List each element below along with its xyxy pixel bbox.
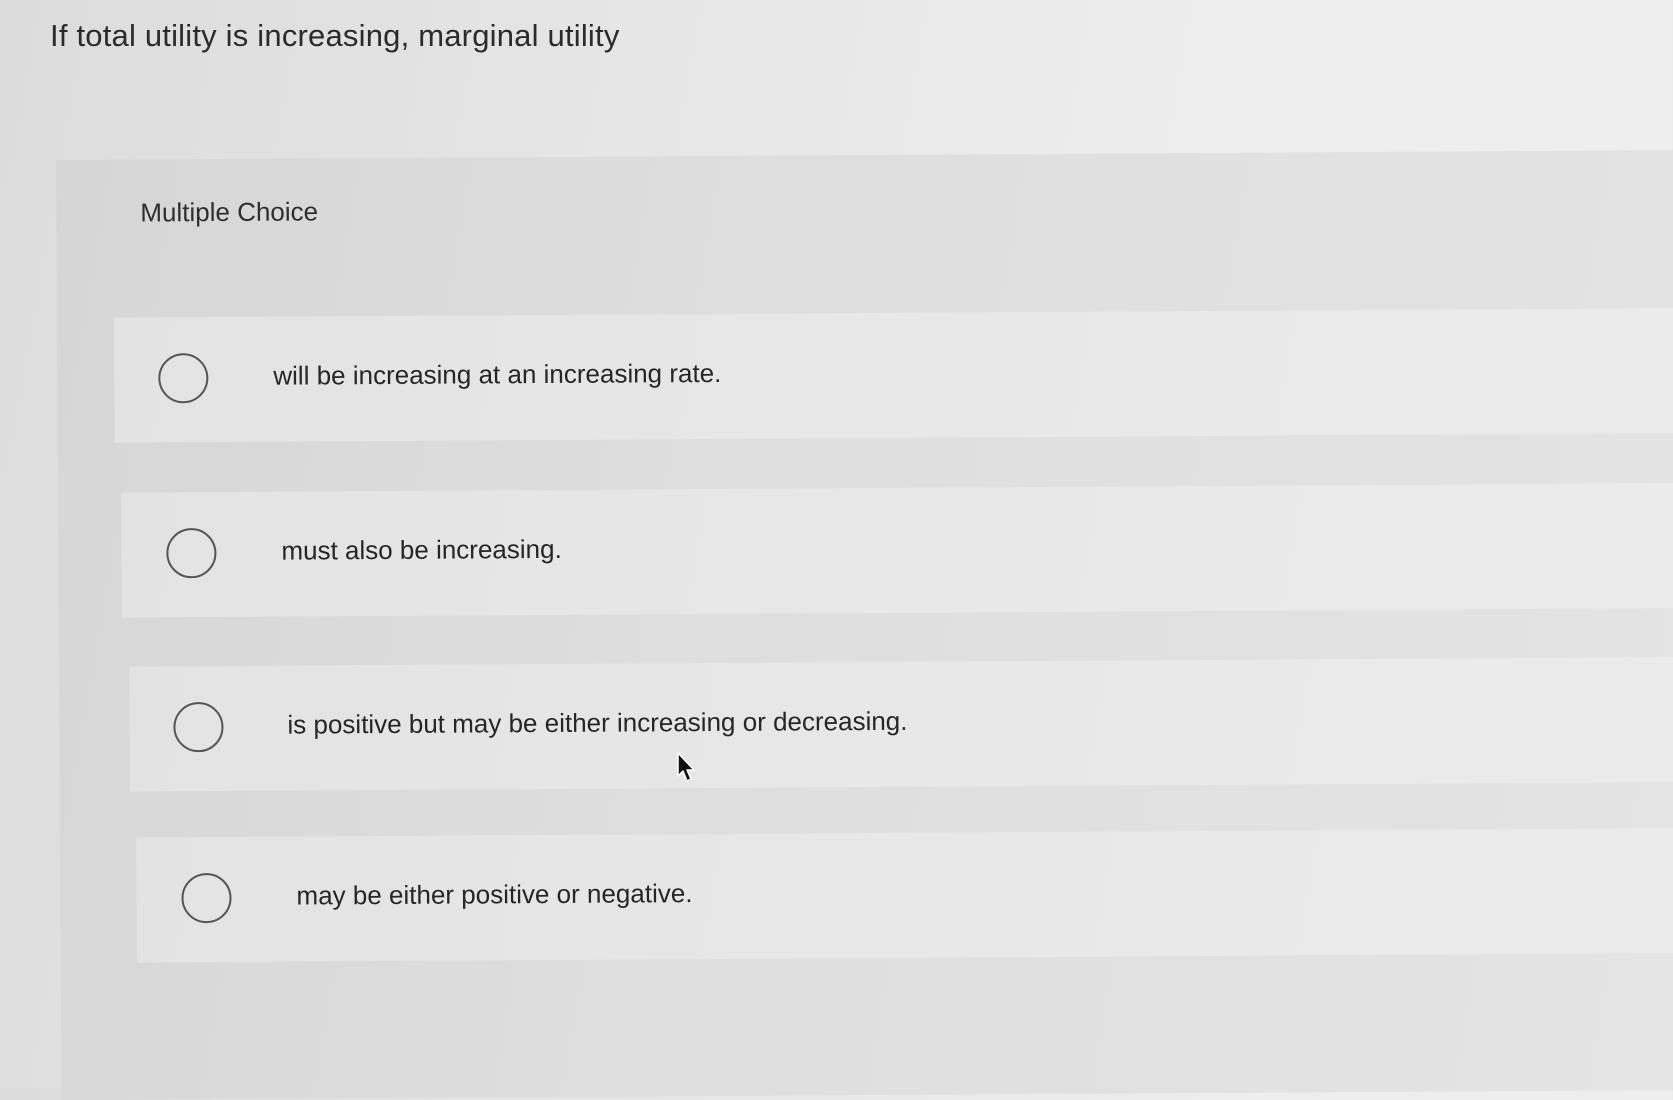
radio-button-icon[interactable]	[166, 528, 217, 579]
question-text: If total utility is increasing, marginal…	[50, 18, 620, 53]
mouse-pointer-icon	[677, 752, 695, 782]
option-text: may be either positive or negative.	[296, 878, 693, 911]
option-text: is positive but may be either increasing…	[287, 705, 908, 740]
option-3[interactable]: is positive but may be either increasing…	[129, 656, 1673, 792]
panel-label: Multiple Choice	[140, 196, 319, 228]
multiple-choice-panel: Multiple Choice will be increasing at an…	[56, 149, 1673, 1100]
option-text: will be increasing at an increasing rate…	[273, 357, 722, 391]
radio-button-icon[interactable]	[158, 353, 209, 404]
option-text: must also be increasing.	[281, 533, 562, 566]
radio-button-icon[interactable]	[181, 872, 232, 924]
option-2[interactable]: must also be increasing.	[121, 482, 1673, 618]
radio-button-icon[interactable]	[173, 701, 224, 753]
option-1[interactable]: will be increasing at an increasing rate…	[113, 307, 1673, 443]
option-4[interactable]: may be either positive or negative.	[136, 827, 1673, 963]
